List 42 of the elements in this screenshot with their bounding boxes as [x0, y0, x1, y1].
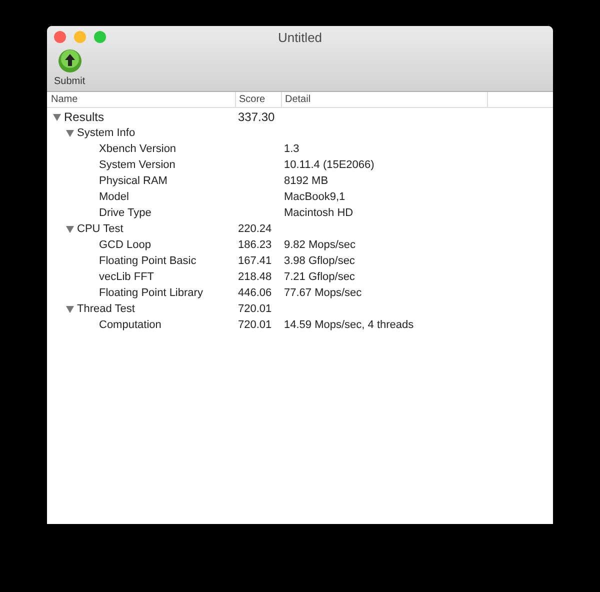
close-button[interactable] [54, 31, 66, 43]
table-cell: 446.06 [238, 287, 272, 299]
table-cell: 77.67 Mops/sec [284, 287, 362, 299]
table-cell: Xbench Version [99, 143, 176, 155]
table-cell: Results [64, 110, 104, 124]
table-cell: 9.82 Mops/sec [284, 239, 356, 251]
table-cell: 8192 MB [284, 175, 328, 187]
table-cell: Thread Test [77, 303, 135, 315]
table-cell: Model [99, 191, 129, 203]
submit-button[interactable]: Submit [52, 48, 88, 88]
table-cell: Drive Type [99, 207, 152, 219]
disclosure-triangle[interactable] [66, 226, 74, 232]
table-cell: 186.23 [238, 239, 272, 251]
table-cell: CPU Test [77, 223, 124, 235]
column-header[interactable]: Name [47, 92, 235, 107]
table-cell: 3.98 Gflop/sec [284, 255, 355, 267]
disclosure-triangle[interactable] [53, 114, 61, 120]
table-cell: 14.59 Mops/sec, 4 threads [284, 319, 414, 331]
table-cell: Physical RAM [99, 175, 168, 187]
table-cell: System Info [77, 127, 136, 139]
column-header[interactable]: Score [235, 92, 281, 107]
table-cell: 10.11.4 (15E2066) [284, 159, 374, 171]
table-cell: MacBook9,1 [284, 191, 346, 203]
table-cell: Floating Point Library [99, 287, 203, 299]
table-cell: vecLib FFT [99, 271, 154, 283]
table-cell: Computation [99, 319, 162, 331]
window-title: Untitled [278, 30, 322, 44]
table-cell: 1.3 [284, 143, 300, 155]
table-cell: 7.21 Gflop/sec [284, 271, 355, 283]
table-cell: System Version [99, 159, 176, 171]
column-header[interactable]: Detail [281, 92, 487, 107]
table-cell: 720.01 [238, 303, 272, 315]
disclosure-triangle[interactable] [66, 130, 74, 136]
table-cell: 220.24 [238, 223, 272, 235]
table-cell: 337.30 [238, 110, 275, 124]
disclosure-triangle[interactable] [66, 306, 74, 312]
table-cell: GCD Loop [99, 239, 151, 251]
table-cell: 218.48 [238, 271, 272, 283]
table-cell: 720.01 [238, 319, 272, 331]
table-cell: Floating Point Basic [99, 255, 196, 267]
table-cell: 167.41 [238, 255, 272, 267]
table-cell: Macintosh HD [284, 207, 354, 219]
